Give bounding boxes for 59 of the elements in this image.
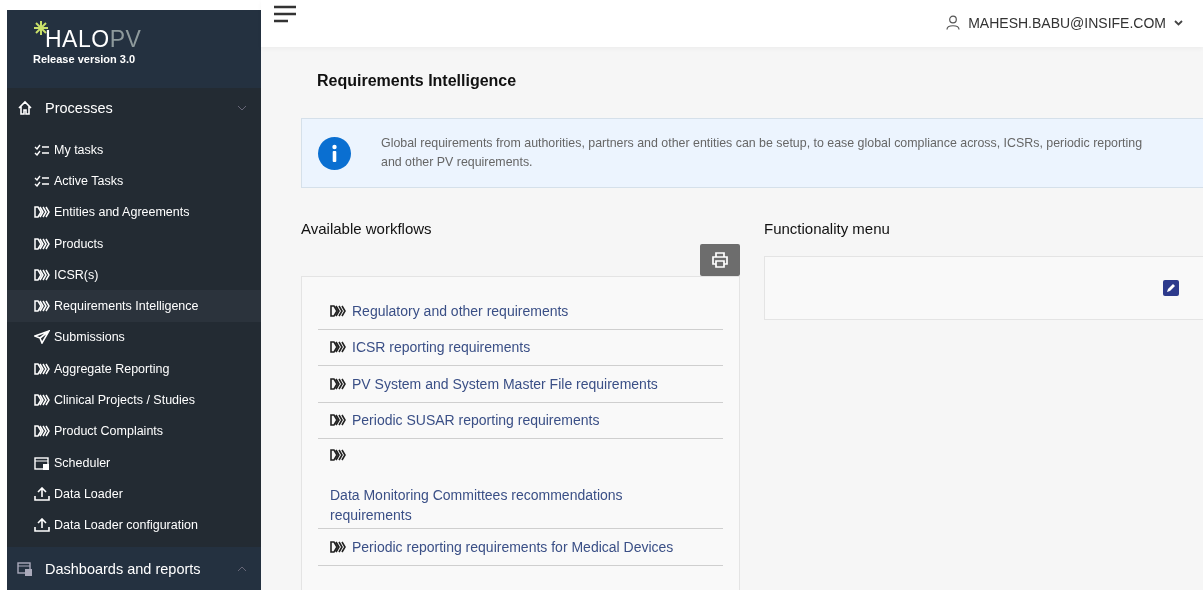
section-heading: Functionality menu <box>764 220 891 239</box>
printer-icon <box>712 252 728 268</box>
edit-icon[interactable] <box>1163 280 1179 296</box>
checklist-icon <box>34 174 50 187</box>
info-icon <box>318 136 351 170</box>
chevrons-icon <box>34 300 50 313</box>
sidebar-item[interactable]: My tasks <box>7 134 261 166</box>
chevrons-icon <box>34 394 50 406</box>
caret-icon <box>1174 19 1183 26</box>
section-heading: Available workflows <box>301 220 433 239</box>
sidebar-section[interactable]: Processes <box>7 88 261 128</box>
sidebar-item[interactable]: Data Loader <box>7 478 261 510</box>
workflow-link[interactable]: Regulatory and other requirements <box>352 300 569 321</box>
sidebar-item[interactable]: Submissions <box>7 321 261 354</box>
workflow-link[interactable]: PV System and System Master File requirements <box>352 373 658 394</box>
sidebar-item[interactable]: Requirements Intelligence <box>7 290 261 322</box>
sidebar-item[interactable]: Aggregate Reporting <box>7 353 261 385</box>
sidebar-section[interactable]: Dashboards and reports <box>7 546 261 590</box>
workflow-link[interactable]: ICSR reporting requirements <box>352 337 531 358</box>
calendar-icon <box>34 455 50 470</box>
sidebar-item[interactable]: Entities and Agreements <box>7 196 261 228</box>
home-icon <box>17 100 33 116</box>
release-version: Release version 3.0 <box>33 53 137 65</box>
workflow-link[interactable]: Periodic SUSAR reporting requirements <box>352 410 600 431</box>
chevron-icon <box>237 565 247 572</box>
upload-icon <box>34 518 50 533</box>
chevrons-icon <box>330 341 347 354</box>
sidebar-item[interactable]: Clinical Projects / Studies <box>7 384 261 416</box>
paper-plane-icon <box>34 330 50 345</box>
info-text: Global requirements from authorities, partners and other entities can be setup, to ease global compliance across, ICSRs, periodic reporting and other PV requirements. <box>381 135 1144 171</box>
upload-icon <box>34 486 50 501</box>
chevrons-icon <box>330 304 347 317</box>
chevrons-icon <box>34 237 50 250</box>
workflow-link[interactable]: Periodic reporting requirements for Medical Devices <box>352 536 674 557</box>
workflow-link[interactable]: Data Monitoring Committees recommendations requirements <box>330 485 660 525</box>
chevrons-icon <box>330 449 347 461</box>
chevrons-icon <box>330 377 347 390</box>
chevrons-icon <box>330 540 347 553</box>
sidebar-item[interactable]: Data Loader configuration <box>7 509 261 541</box>
logo-text: HALOPV <box>45 26 142 53</box>
page-title: Requirements Intelligence <box>317 72 518 90</box>
chevrons-icon <box>330 414 347 427</box>
print-button[interactable] <box>700 244 740 276</box>
chevrons-icon <box>34 362 50 375</box>
sidebar-item[interactable]: ICSR(s) <box>7 259 261 291</box>
menu-icon[interactable] <box>274 4 296 23</box>
logo-star-icon <box>33 20 49 36</box>
chevrons-icon <box>34 206 50 219</box>
user-icon <box>946 15 961 30</box>
chevron-icon <box>237 105 247 111</box>
checklist-icon <box>34 143 50 156</box>
sidebar-item[interactable]: Product Complaints <box>7 415 261 447</box>
sidebar-item[interactable]: Active Tasks <box>7 165 261 197</box>
chevrons-icon <box>34 268 50 281</box>
sidebar-item[interactable]: Scheduler <box>7 446 261 479</box>
chevrons-icon <box>34 425 50 438</box>
sidebar-item[interactable]: Products <box>7 227 261 260</box>
user-menu[interactable]: MAHESH.BABU@INSIFE.COM <box>946 14 1183 31</box>
dashboard-icon <box>17 560 33 577</box>
